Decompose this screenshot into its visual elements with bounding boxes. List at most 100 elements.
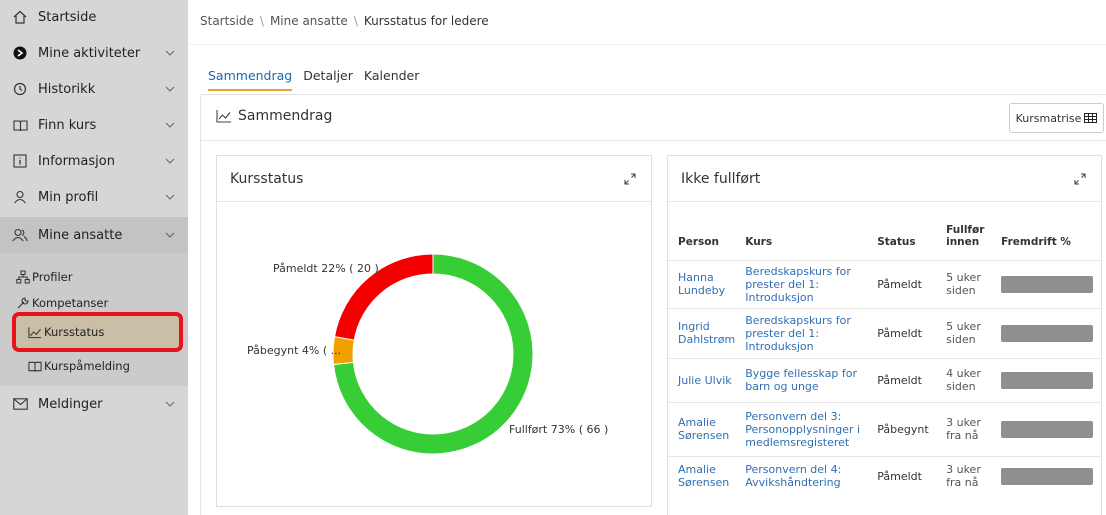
sidebar-item-label: Startside xyxy=(38,9,97,25)
course-status-card: Kursstatus Påmeldt 22% ( 20 ) Påbegynt 4… xyxy=(216,155,652,507)
chevron-down-icon xyxy=(165,158,175,164)
table-row: Amalie Sørensen Personvern del 3: Person… xyxy=(668,401,1101,456)
sidebar-subitem-label: Kompetanser xyxy=(32,296,109,310)
table-row: Julie Ulvik Bygge fellesskap for barn og… xyxy=(668,357,1101,402)
summary-divider xyxy=(200,140,1106,141)
header-divider xyxy=(188,44,1106,45)
person-link[interactable]: Amalie Sørensen xyxy=(668,455,736,496)
sidebar-subitem-label: Kurspåmelding xyxy=(44,359,130,373)
column-header-kurs[interactable]: Kurs xyxy=(735,202,867,260)
sidebar: Startside Mine aktiviteter Historikk Fin… xyxy=(0,0,188,515)
column-header-person[interactable]: Person xyxy=(668,202,735,260)
progress-bar xyxy=(1001,324,1094,342)
progress-cell xyxy=(991,401,1101,456)
chart-label-fullfort: Fullført 73% ( 66 ) xyxy=(509,423,609,436)
sidebar-item-meldinger[interactable]: Meldinger xyxy=(0,386,188,422)
sidebar-subitem-kursstatus[interactable]: Kursstatus xyxy=(28,322,104,342)
tab-detaljer[interactable]: Detaljer xyxy=(303,68,353,91)
book-icon xyxy=(12,117,28,133)
sidebar-item-finn-kurs[interactable]: Finn kurs xyxy=(0,107,188,143)
chevron-down-icon xyxy=(165,86,175,92)
expand-icon[interactable] xyxy=(1073,172,1087,186)
course-matrix-button[interactable]: Kursmatrise xyxy=(1009,103,1104,133)
sidebar-subitem-profiler[interactable]: Profiler xyxy=(16,267,73,287)
arrow-circle-icon xyxy=(12,45,28,61)
table-row: Ingrid Dahlstrøm Beredskapskurs for pres… xyxy=(668,307,1101,358)
course-link[interactable]: Personvern del 3: Personopplysninger i m… xyxy=(735,401,868,456)
tab-bar: Sammendrag Detaljer Kalender xyxy=(208,68,419,91)
history-icon xyxy=(12,81,28,97)
sidebar-subitem-kompetanser[interactable]: Kompetanser xyxy=(16,293,108,313)
sidebar-item-mine-aktiviteter[interactable]: Mine aktiviteter xyxy=(0,35,188,71)
sidebar-item-label: Informasjon xyxy=(38,153,115,169)
chart-line-icon xyxy=(216,109,232,123)
breadcrumb-item-mine-ansatte[interactable]: Mine ansatte xyxy=(270,14,348,28)
sidebar-item-label: Min profil xyxy=(38,189,99,205)
breadcrumb-current: Kursstatus for ledere xyxy=(363,14,489,28)
incomplete-table: Person Kurs Status Fullfør innen Fremdri… xyxy=(668,202,1101,496)
incomplete-header: Ikke fullført xyxy=(668,156,1101,202)
column-header-progress[interactable]: Fremdrift % xyxy=(991,202,1101,260)
sidebar-item-historikk[interactable]: Historikk xyxy=(0,71,188,107)
person-link[interactable]: Ingrid Dahlstrøm xyxy=(668,307,735,358)
course-matrix-label: Kursmatrise xyxy=(1015,111,1082,125)
tab-kalender[interactable]: Kalender xyxy=(364,68,420,91)
due-cell: 5 uker siden xyxy=(936,259,992,308)
user-icon xyxy=(12,189,28,205)
summary-header: Sammendrag xyxy=(216,108,332,124)
status-cell: Påmeldt xyxy=(867,307,937,358)
breadcrumb-separator: \ xyxy=(353,14,358,28)
progress-bar xyxy=(1001,420,1094,438)
course-link[interactable]: Beredskapskurs for prester del 1: Introd… xyxy=(735,307,868,358)
sidebar-item-min-profil[interactable]: Min profil xyxy=(0,179,188,215)
chart-label-pameldt: Påmeldt 22% ( 20 ) xyxy=(273,262,379,275)
course-status-title: Kursstatus xyxy=(230,170,304,187)
progress-cell xyxy=(991,357,1101,402)
chevron-down-icon xyxy=(165,50,175,56)
course-link[interactable]: Beredskapskurs for prester del 1: Introd… xyxy=(735,259,868,308)
sidebar-item-startside[interactable]: Startside xyxy=(0,0,188,34)
sidebar-item-label: Mine ansatte xyxy=(38,227,123,243)
person-link[interactable]: Julie Ulvik xyxy=(668,357,736,402)
table-header-row: Person Kurs Status Fullfør innen Fremdri… xyxy=(668,202,1101,260)
table-icon xyxy=(1084,113,1098,123)
breadcrumb: Startside \ Mine ansatte \ Kursstatus fo… xyxy=(200,14,489,28)
users-icon xyxy=(12,227,28,243)
column-header-due[interactable]: Fullfør innen xyxy=(936,202,991,260)
incomplete-title: Ikke fullført xyxy=(681,170,761,187)
chevron-down-icon xyxy=(165,122,175,128)
sidebar-item-label: Finn kurs xyxy=(38,117,97,133)
home-icon xyxy=(12,9,28,25)
incomplete-card: Ikke fullført Person Kurs Status Fullfør… xyxy=(667,155,1102,515)
chevron-down-icon xyxy=(165,232,175,238)
envelope-icon xyxy=(12,396,28,412)
course-status-header: Kursstatus xyxy=(217,156,651,202)
table-row: Amalie Sørensen Personvern del 4: Avviks… xyxy=(668,455,1101,496)
sidebar-item-label: Historikk xyxy=(38,81,96,97)
breadcrumb-separator: \ xyxy=(259,14,264,28)
info-icon xyxy=(12,153,28,169)
progress-bar xyxy=(1001,467,1094,485)
tab-sammendrag[interactable]: Sammendrag xyxy=(208,68,293,91)
sidebar-item-mine-ansatte[interactable]: Mine ansatte xyxy=(0,217,188,253)
progress-bar xyxy=(1001,275,1094,293)
due-cell: 5 uker siden xyxy=(936,307,992,358)
person-link[interactable]: Amalie Sørensen xyxy=(668,401,736,456)
book-icon xyxy=(28,359,42,373)
course-link[interactable]: Personvern del 4: Avvikshåndtering xyxy=(735,455,868,496)
column-header-status[interactable]: Status xyxy=(867,202,936,260)
due-cell: 4 uker siden xyxy=(936,357,992,402)
sidebar-item-informasjon[interactable]: Informasjon xyxy=(0,143,188,179)
sidebar-subitem-kurspamelding[interactable]: Kurspåmelding xyxy=(28,356,130,376)
expand-icon[interactable] xyxy=(623,172,637,186)
tools-icon xyxy=(16,296,30,310)
progress-cell xyxy=(991,455,1101,496)
breadcrumb-item-startside[interactable]: Startside xyxy=(200,14,254,28)
sidebar-subitem-label: Kursstatus xyxy=(44,325,105,339)
course-link[interactable]: Bygge fellesskap for barn og unge xyxy=(735,357,868,402)
status-cell: Påmeldt xyxy=(867,455,937,496)
status-cell: Påmeldt xyxy=(867,259,937,308)
progress-cell xyxy=(991,259,1101,308)
table-row: Hanna Lundeby Beredskapskurs for prester… xyxy=(668,259,1101,308)
person-link[interactable]: Hanna Lundeby xyxy=(668,259,736,308)
